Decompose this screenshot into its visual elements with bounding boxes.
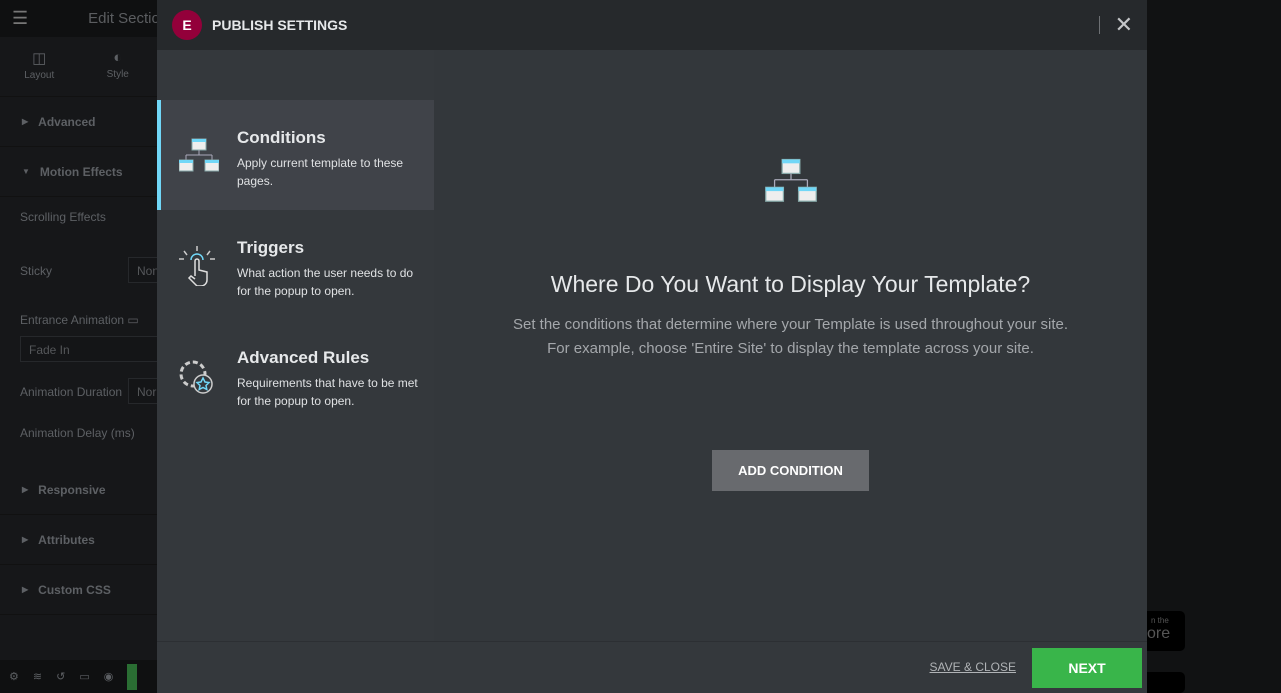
tab-style[interactable]: ◐ Style — [79, 37, 158, 96]
section-attributes[interactable]: ▶ Attributes — [0, 515, 157, 565]
elementor-logo: E — [172, 10, 202, 40]
section-label: Advanced — [38, 114, 96, 129]
next-button[interactable]: NEXT — [1032, 648, 1142, 688]
nav-item-triggers[interactable]: Triggers What action the user needs to do… — [157, 210, 434, 320]
responsive-icon[interactable]: ▭ — [79, 670, 89, 683]
section-custom-css[interactable]: ▶ Custom CSS — [0, 565, 157, 615]
entrance-animation-label: Entrance Animation ▭ — [0, 313, 139, 327]
nav-title: Conditions — [237, 128, 326, 147]
description-line: Set the conditions that determine where … — [512, 316, 1069, 333]
editor-footer: ⚙ ≋ ↺ ▭ ◉ — [0, 660, 157, 693]
modal-footer: SAVE & CLOSE NEXT — [157, 641, 1147, 693]
desktop-icon: ▭ — [127, 313, 139, 327]
settings-nav: Conditions Apply current template to thes… — [157, 50, 434, 641]
close-icon[interactable]: ✕ — [1115, 12, 1133, 38]
style-icon: ◐ — [113, 49, 123, 66]
editor-panel: ☰ Edit Section ◫ Layout ◐ Style ▶ Advanced … — [0, 0, 176, 693]
animation-duration-label: Animation Duration — [20, 385, 123, 399]
label-text: Entrance Animation — [20, 313, 125, 327]
sitemap-icon — [179, 138, 219, 172]
tab-layout[interactable]: ◫ Layout — [0, 37, 79, 96]
section-advanced[interactable]: ▶ Advanced — [0, 97, 157, 147]
tab-label: Style — [106, 69, 129, 80]
description-line: For example, choose 'Entire Site' to dis… — [547, 340, 1034, 357]
editor-header: ☰ Edit Section — [0, 0, 168, 37]
badge-text: ore — [1147, 625, 1171, 642]
sitemap-icon — [765, 158, 817, 202]
update-button[interactable] — [127, 663, 138, 690]
nav-title: Triggers — [237, 238, 305, 257]
navigator-icon[interactable]: ≋ — [33, 670, 42, 683]
nav-item-advanced-rules[interactable]: Advanced Rules Requirements that have to … — [157, 320, 434, 430]
save-close-link[interactable]: SAVE & CLOSE — [930, 660, 1016, 674]
nav-desc: Requirements that have to be met for the… — [237, 376, 418, 408]
nav-item-conditions[interactable]: Conditions Apply current template to thes… — [157, 100, 434, 210]
tab-label: Layout — [24, 70, 55, 81]
entrance-animation-select[interactable]: Fade In — [20, 336, 170, 362]
nav-title: Advanced Rules — [237, 348, 370, 367]
nav-desc: Apply current template to these pages. — [237, 156, 404, 188]
history-icon[interactable]: ↺ — [56, 670, 65, 683]
add-condition-button[interactable]: ADD CONDITION — [712, 450, 869, 491]
conditions-description: Set the conditions that determine where … — [434, 313, 1147, 361]
conditions-panel: Where Do You Want to Display Your Templa… — [434, 50, 1147, 641]
settings-icon[interactable]: ⚙ — [9, 670, 19, 683]
section-label: Responsive — [38, 482, 106, 497]
gear-star-icon — [179, 360, 213, 394]
layout-icon: ◫ — [32, 50, 47, 67]
scrolling-effects-label: Scrolling Effects — [20, 210, 106, 224]
modal-title: PUBLISH SETTINGS — [212, 17, 348, 33]
publish-settings-modal: E PUBLISH SETTINGS ✕ Conditions Apply cur… — [157, 0, 1147, 693]
app-store-badge: n the ore — [1147, 611, 1185, 651]
menu-icon[interactable]: ☰ — [12, 8, 28, 29]
section-label: Attributes — [38, 532, 95, 547]
modal-header: E PUBLISH SETTINGS ✕ — [157, 0, 1147, 50]
play-store-badge — [1147, 672, 1185, 693]
badge-small-text: n the — [1151, 616, 1169, 625]
section-motion-effects[interactable]: ▼ Motion Effects — [0, 147, 157, 197]
sticky-label: Sticky — [20, 264, 53, 278]
section-responsive[interactable]: ▶ Responsive — [0, 465, 157, 515]
preview-icon[interactable]: ◉ — [104, 670, 114, 683]
conditions-heading: Where Do You Want to Display Your Templa… — [550, 271, 1031, 297]
animation-delay-label: Animation Delay (ms) — [20, 426, 135, 440]
section-label: Custom CSS — [38, 582, 111, 597]
nav-desc: What action the user needs to do for the… — [237, 266, 414, 298]
divider — [1099, 16, 1100, 34]
section-label: Motion Effects — [39, 164, 123, 179]
tap-hand-icon — [179, 246, 215, 286]
